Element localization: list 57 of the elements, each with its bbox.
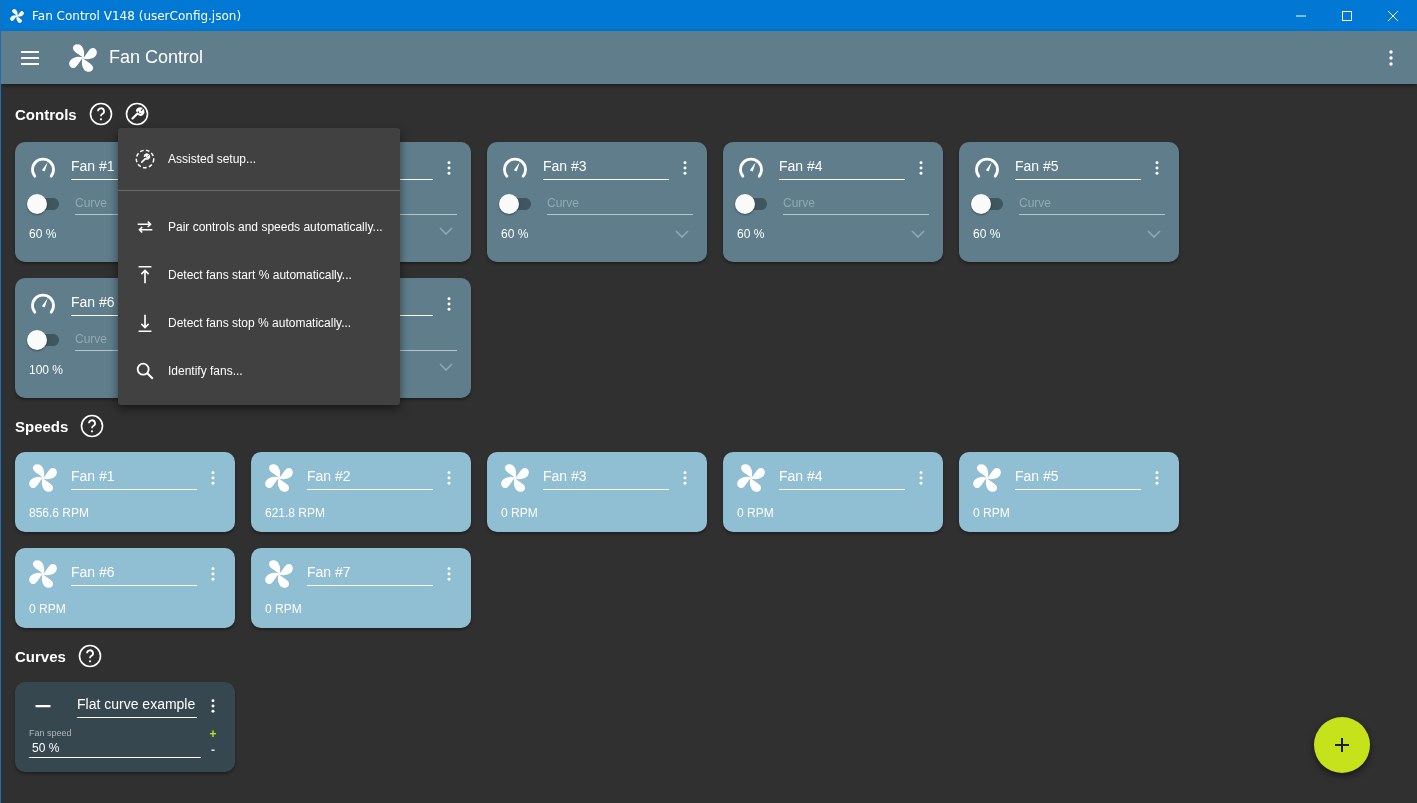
add-button[interactable]: [1314, 717, 1370, 773]
rpm-reading: 856.6 RPM: [29, 506, 91, 520]
percent-reading: 100 %: [29, 363, 64, 377]
rpm-reading: 621.8 RPM: [265, 506, 327, 520]
rpm-reading: 0 RPM: [973, 506, 1011, 520]
menu-item[interactable]: Detect fans start % automatically...: [118, 251, 400, 299]
fan-speed-field[interactable]: Fan speed 50 %: [29, 728, 201, 758]
percent-reading: 60 %: [501, 227, 529, 241]
more-options-icon[interactable]: [1389, 49, 1393, 66]
flat-line-icon: [33, 704, 53, 708]
app-title: Fan Control: [109, 47, 204, 68]
name-field[interactable]: Fan #5: [1015, 156, 1141, 180]
window-title: Fan Control V148 (userConfig.json): [32, 8, 242, 23]
close-icon[interactable]: [1388, 10, 1398, 21]
percent-reading: 60 %: [737, 227, 765, 241]
fan-icon: [501, 464, 529, 492]
section-heading: Speeds: [15, 417, 69, 435]
decrement-button[interactable]: -: [211, 742, 215, 758]
help-icon[interactable]: [88, 102, 113, 126]
add-icon: [1335, 738, 1349, 752]
more-options-icon[interactable]: [447, 297, 451, 311]
wrench-icon[interactable]: [124, 102, 149, 126]
help-icon[interactable]: [80, 414, 105, 438]
fan-icon: [265, 560, 293, 588]
menu-item[interactable]: Pair controls and speeds automatically...: [118, 203, 400, 251]
rpm-reading: 0 RPM: [265, 602, 303, 616]
menu-item[interactable]: Identify fans...: [118, 347, 400, 395]
fan-icon: [10, 8, 24, 23]
help-icon[interactable]: [77, 644, 102, 668]
name-field[interactable]: Fan #4: [779, 156, 905, 180]
fan-icon: [737, 464, 765, 492]
percent-reading: 60 %: [973, 227, 1001, 241]
rpm-reading: 0 RPM: [501, 506, 539, 520]
section-heading: Controls: [15, 105, 77, 123]
wrench-icon: [134, 148, 156, 170]
more-options-icon[interactable]: [919, 161, 923, 175]
more-options-icon[interactable]: [1155, 161, 1159, 175]
fan-icon: [265, 464, 293, 492]
menu-item[interactable]: Assisted setup...: [118, 136, 400, 182]
search-icon: [134, 360, 156, 382]
more-options-icon[interactable]: [211, 699, 215, 713]
menu-item[interactable]: Detect fans stop % automatically...: [118, 299, 400, 347]
percent-reading: 60 %: [29, 227, 57, 241]
fan-icon: [69, 43, 97, 72]
name-field[interactable]: Fan #3: [543, 156, 669, 180]
more-options-icon[interactable]: [683, 161, 687, 175]
name-field[interactable]: Flat curve example: [77, 694, 197, 718]
rpm-reading: 0 RPM: [29, 602, 67, 616]
maximize-icon[interactable]: [1342, 10, 1352, 21]
more-options-icon[interactable]: [447, 161, 451, 175]
section-heading: Curves: [15, 647, 66, 665]
increment-button[interactable]: +: [209, 726, 217, 742]
fan-icon: [29, 464, 57, 492]
fan-icon: [29, 560, 57, 588]
rpm-reading: 0 RPM: [737, 506, 775, 520]
menu-icon[interactable]: [21, 50, 39, 65]
fan-icon: [973, 464, 1001, 492]
